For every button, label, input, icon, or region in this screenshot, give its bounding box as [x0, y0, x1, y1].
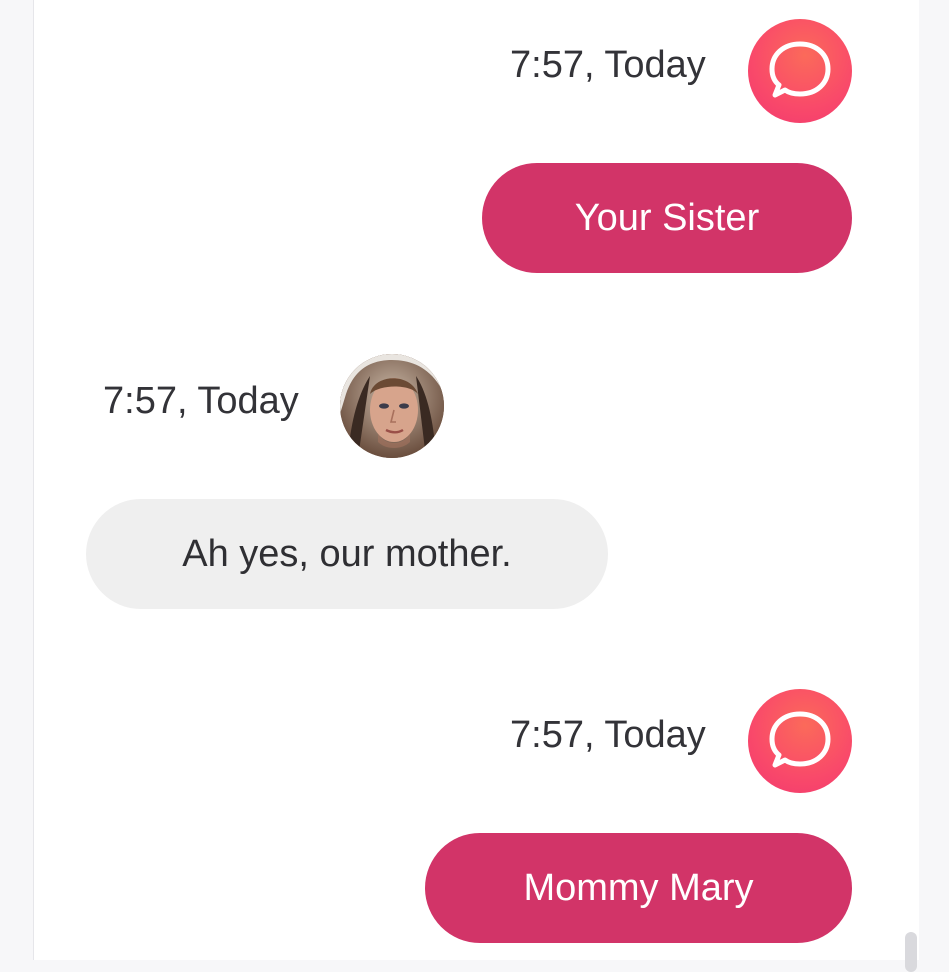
chat-panel: [33, 0, 906, 960]
message-timestamp: 7:57, Today: [103, 380, 299, 422]
speech-bubble-glyph: [769, 711, 831, 768]
message-timestamp: 7:57, Today: [510, 44, 706, 86]
user-photo: [340, 354, 444, 458]
message-bubble-outgoing[interactable]: Your Sister: [482, 163, 852, 273]
scrollbar-track[interactable]: [905, 0, 919, 960]
message-timestamp: 7:57, Today: [510, 714, 706, 756]
message-bubble-outgoing[interactable]: Mommy Mary: [425, 833, 852, 943]
user-avatar[interactable]: [340, 354, 444, 458]
message-text: Your Sister: [574, 196, 760, 239]
message-text: Ah yes, our mother.: [182, 532, 512, 575]
speech-bubble-glyph: [769, 41, 831, 98]
message-bubble-incoming[interactable]: Ah yes, our mother.: [86, 499, 608, 609]
speech-bubble-icon: [748, 689, 852, 793]
message-text: Mommy Mary: [523, 866, 754, 909]
speech-bubble-icon: [748, 19, 852, 123]
scrollbar-thumb[interactable]: [905, 932, 917, 972]
